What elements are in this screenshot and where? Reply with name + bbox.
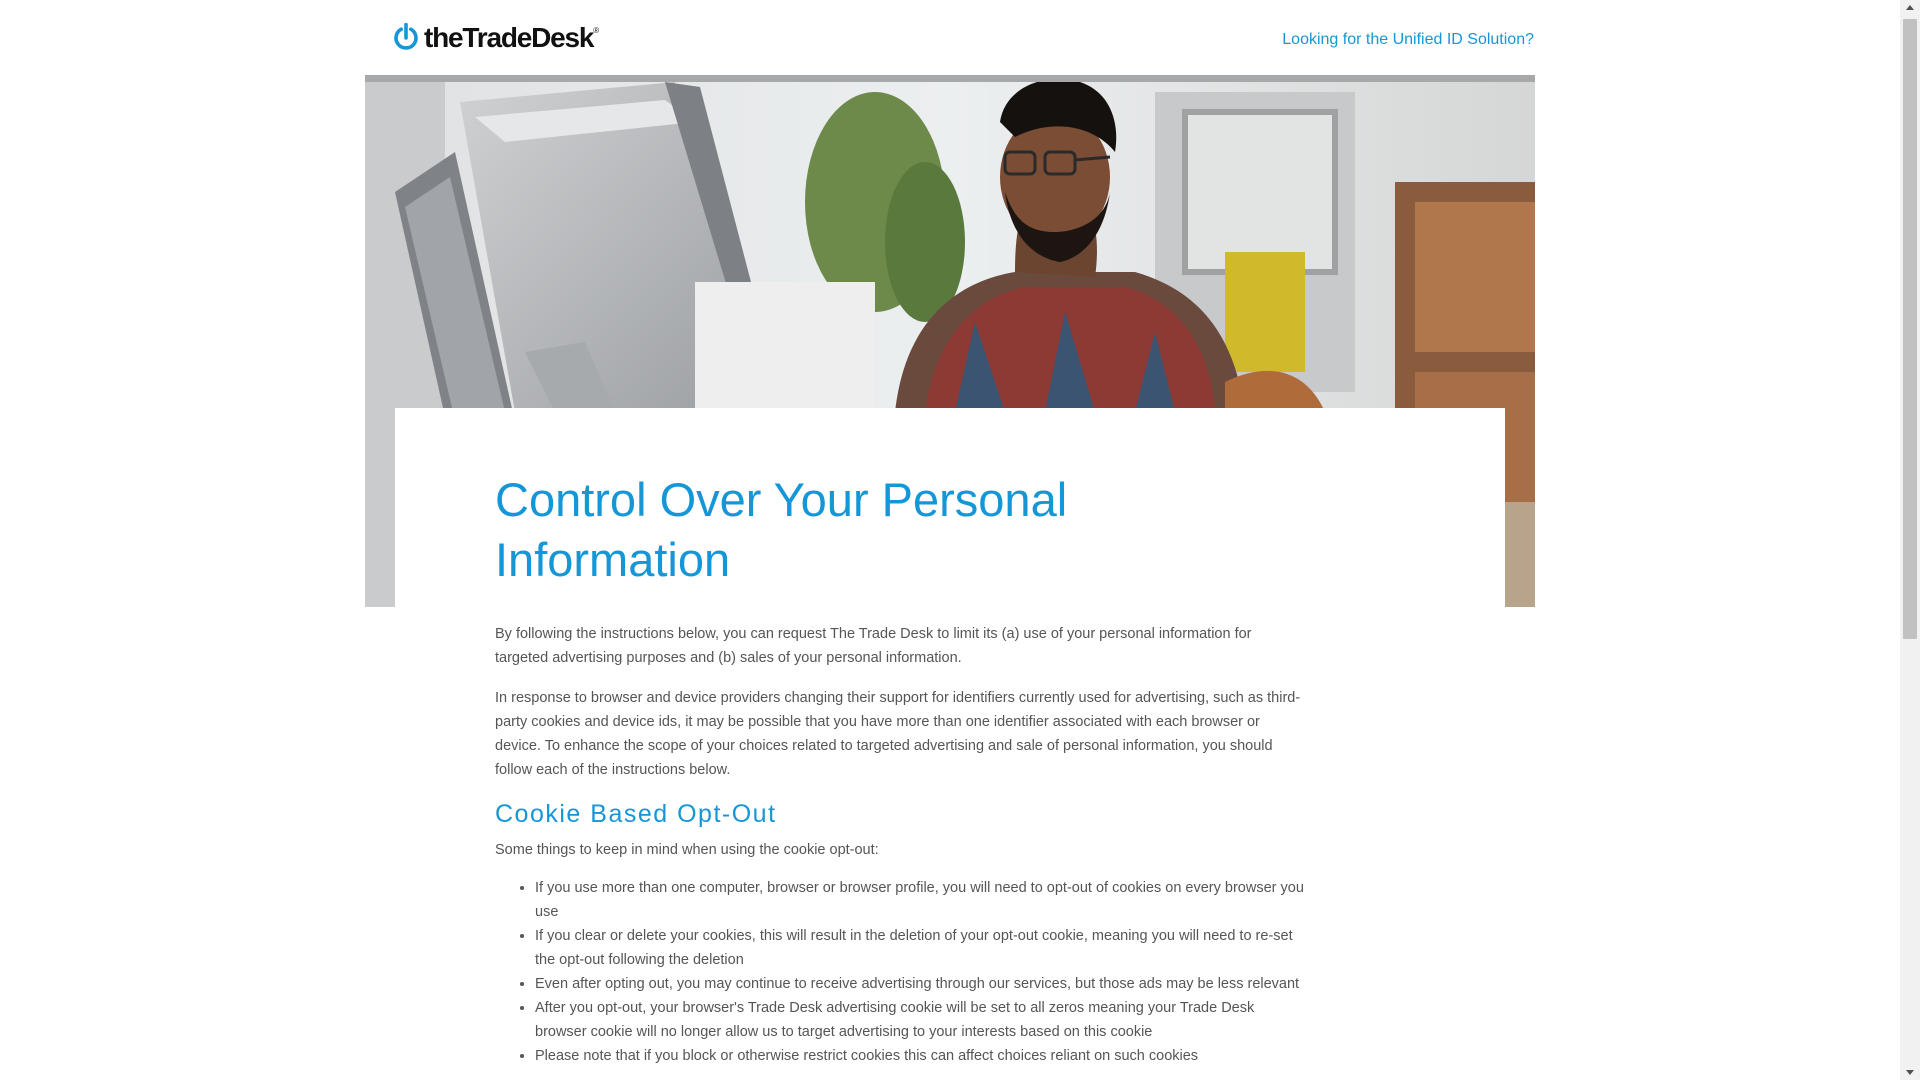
intro-paragraph-2: In response to browser and device provid… — [495, 690, 1301, 778]
page-title: Control Over Your Personal Information — [495, 473, 1068, 586]
list-item: Please note that if you block or otherwi… — [535, 1044, 1305, 1068]
intro-paragraph-1: By following the instructions below, you… — [495, 626, 1252, 666]
power-icon — [394, 23, 418, 50]
list-item: Even after opting out, you may continue … — [535, 972, 1305, 996]
main-content: Control Over Your Personal Information B… — [495, 470, 1305, 1064]
list-item: After you opt-out, your browser's Trade … — [535, 996, 1305, 1044]
logo-wordmark: theTradeDesk — [424, 22, 594, 53]
scrollbar-thumb[interactable] — [1903, 19, 1917, 639]
cookie-opt-out-list: If you use more than one computer, brows… — [495, 876, 1305, 1068]
logo-link[interactable]: theTradeDesk ® — [393, 20, 599, 56]
unified-id-link[interactable]: Looking for the Unified ID Solution? — [1282, 31, 1534, 49]
logo-trademark: ® — [593, 26, 600, 35]
site-header: theTradeDesk ® Looking for the Unified I… — [0, 0, 1900, 75]
cookie-opt-out-intro: Some things to keep in mind when using t… — [495, 842, 879, 858]
triangle-down-icon[interactable] — [1900, 1063, 1920, 1080]
vertical-scrollbar[interactable] — [1900, 0, 1920, 1080]
hero-top-bar — [365, 75, 1535, 82]
list-item: If you clear or delete your cookies, thi… — [535, 924, 1305, 972]
cookie-opt-out-heading: Cookie Based Opt-Out — [495, 800, 777, 828]
triangle-up-icon[interactable] — [1900, 0, 1920, 17]
list-item: If you use more than one computer, brows… — [535, 876, 1305, 924]
